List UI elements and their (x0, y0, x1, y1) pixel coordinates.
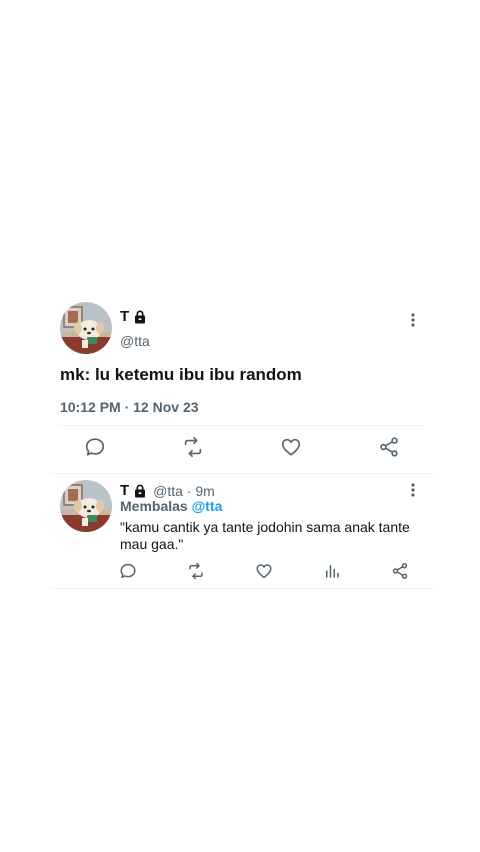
divider (60, 425, 424, 426)
share-icon (378, 436, 400, 463)
avatar[interactable] (60, 480, 112, 532)
heart-icon (280, 436, 302, 463)
replying-mention[interactable]: @tta (192, 498, 223, 514)
retweet-button[interactable] (186, 562, 206, 585)
comment-icon (119, 562, 137, 585)
reply-tweet[interactable]: T @tta · 9m Membalas @tta "kamu cantik y… (0, 474, 480, 594)
tweet-timestamp[interactable]: 10:12 PM · 12 Nov 23 (60, 399, 199, 415)
author-name-row: T (120, 308, 147, 325)
tweet-text: mk: lu ketemu ibu ibu random (60, 365, 302, 384)
display-name[interactable]: T (120, 308, 129, 325)
share-button[interactable] (390, 562, 410, 585)
bar-chart-icon (323, 562, 341, 585)
retweet-button[interactable] (181, 436, 205, 463)
handle-and-time: @tta · 9m (153, 482, 215, 499)
author-name-row: T @tta · 9m (120, 482, 215, 499)
more-options-icon[interactable] (403, 310, 423, 330)
reply-button[interactable] (83, 437, 107, 461)
display-name[interactable]: T (120, 482, 129, 499)
reply-text: "kamu cantik ya tante jodohin sama anak … (120, 519, 410, 552)
share-icon (391, 562, 409, 585)
analytics-button[interactable] (322, 563, 342, 583)
like-button[interactable] (279, 437, 303, 461)
heart-icon (255, 562, 273, 585)
lock-icon (133, 484, 147, 498)
like-button[interactable] (254, 563, 274, 583)
more-options-icon[interactable] (403, 480, 423, 500)
reply-button[interactable] (118, 563, 138, 583)
retweet-icon (182, 436, 204, 463)
handle[interactable]: @tta (120, 333, 150, 349)
lock-icon (133, 310, 147, 324)
replying-to: Membalas @tta (120, 498, 222, 514)
avatar[interactable] (60, 302, 112, 354)
comment-icon (84, 436, 106, 463)
share-button[interactable] (377, 436, 401, 463)
divider (50, 588, 434, 589)
replying-label: Membalas (120, 498, 192, 514)
retweet-icon (187, 562, 205, 585)
